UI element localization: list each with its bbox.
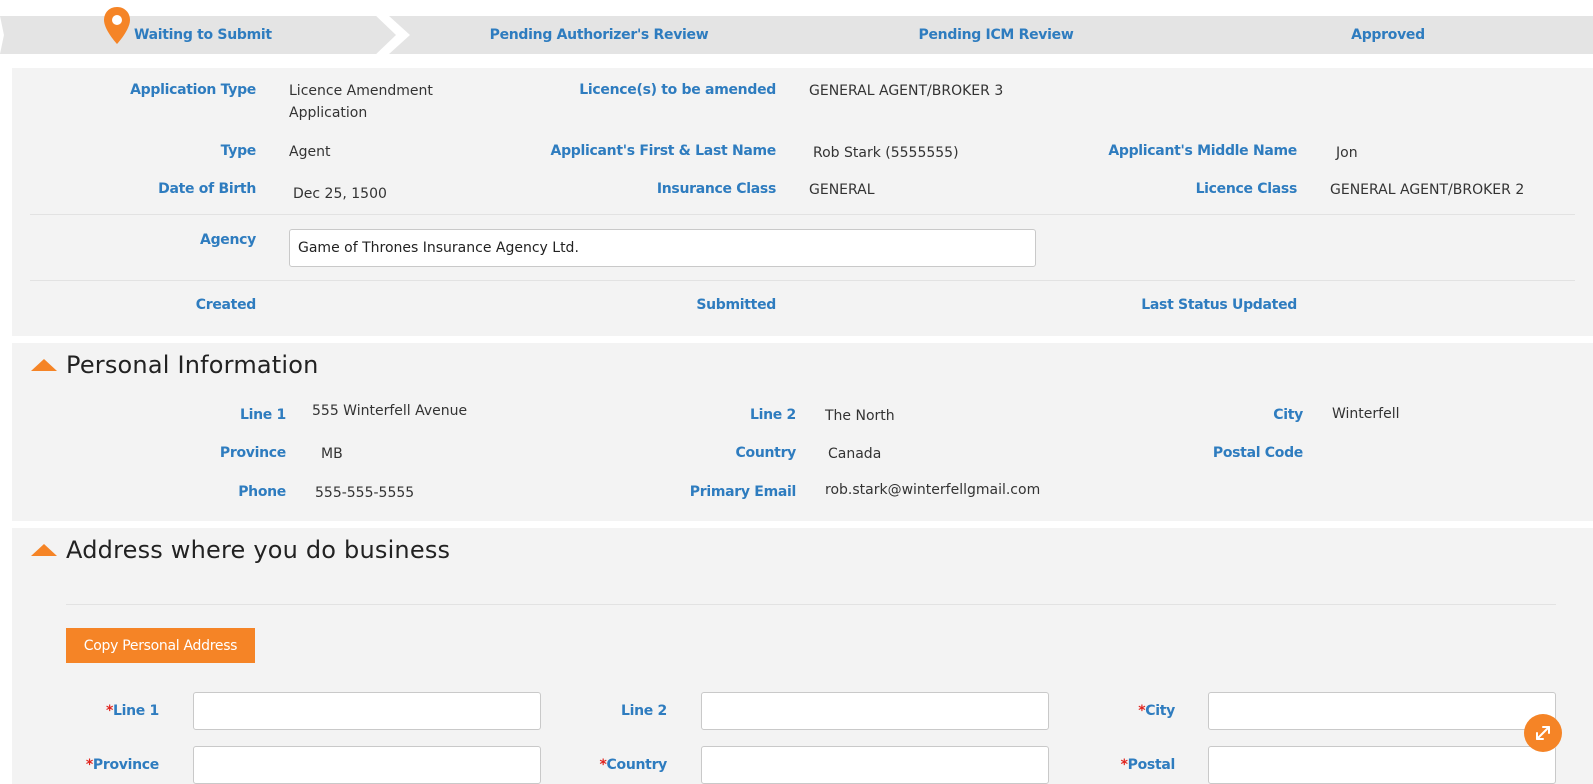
insurance-class-label: Insurance Class: [656, 181, 776, 197]
middle-name-value: Jon: [1336, 145, 1358, 161]
business-city-label: *City: [1138, 703, 1175, 719]
step-pending-icm-review: Pending ICM Review: [786, 16, 1206, 54]
applicant-name-label: Applicant's First & Last Name: [550, 143, 777, 159]
type-label: Type: [220, 143, 257, 159]
business-line2-input[interactable]: [701, 692, 1049, 730]
agency-input[interactable]: [289, 229, 1036, 267]
personal-line1-label: Line 1: [240, 407, 286, 423]
personal-line2-value: The North: [825, 408, 895, 424]
application-type-value-line2: Application: [289, 105, 368, 121]
middle-name-label: Applicant's Middle Name: [1108, 143, 1297, 159]
copy-personal-address-button[interactable]: Copy Personal Address: [66, 628, 255, 663]
application-type-label: Application Type: [130, 82, 256, 98]
personal-phone-label: Phone: [238, 484, 286, 500]
personal-email-label: Primary Email: [689, 484, 797, 500]
step-approved: Approved: [1183, 16, 1593, 54]
personal-information-title: Personal Information: [66, 351, 319, 379]
divider: [30, 280, 1575, 281]
insurance-class-value: GENERAL: [809, 182, 875, 198]
business-line1-input[interactable]: [193, 692, 541, 730]
business-city-text: City: [1145, 703, 1175, 719]
licence-class-label: Licence Class: [1195, 181, 1298, 197]
step-waiting-to-submit: Waiting to Submit: [0, 16, 396, 54]
business-address-title: Address where you do business: [66, 536, 451, 564]
applicant-name-value: Rob Stark (5555555): [813, 145, 959, 161]
personal-postal-code-label: Postal Code: [1212, 445, 1303, 461]
licences-to-be-amended-value: GENERAL AGENT/BROKER 3: [809, 83, 1004, 99]
application-summary-panel: Application Type Licence Amendment Appli…: [12, 68, 1593, 336]
required-marker: *: [105, 703, 113, 719]
personal-country-value: Canada: [828, 446, 882, 462]
personal-city-value: Winterfell: [1332, 406, 1400, 422]
step-label: Pending Authorizer's Review: [489, 27, 709, 43]
personal-country-label: Country: [735, 445, 797, 461]
created-label: Created: [195, 297, 257, 313]
personal-city-label: City: [1273, 407, 1303, 423]
divider: [66, 604, 1556, 605]
caret-up-icon[interactable]: [31, 359, 57, 371]
business-line2-label: Line 2: [621, 703, 667, 719]
date-of-birth-value: Dec 25, 1500: [293, 186, 387, 202]
business-country-label: *Country: [599, 757, 668, 773]
required-marker: *: [85, 757, 93, 773]
expand-button[interactable]: [1524, 714, 1562, 752]
divider: [30, 214, 1575, 215]
business-country-input[interactable]: [701, 746, 1049, 784]
business-postal-text: Postal: [1127, 757, 1176, 773]
date-of-birth-label: Date of Birth: [158, 181, 256, 197]
personal-information-panel: Personal Information Line 1 555 Winterfe…: [12, 343, 1593, 521]
personal-province-label: Province: [219, 445, 286, 461]
business-address-panel: Address where you do business Copy Perso…: [12, 528, 1593, 784]
licence-class-value: GENERAL AGENT/BROKER 2: [1330, 182, 1525, 198]
personal-line2-label: Line 2: [750, 407, 796, 423]
step-label: Waiting to Submit: [134, 27, 272, 43]
agency-label: Agency: [200, 232, 256, 248]
submitted-label: Submitted: [696, 297, 776, 313]
last-status-updated-label: Last Status Updated: [1141, 297, 1297, 313]
step-label: Approved: [1351, 27, 1425, 43]
map-pin-icon: [104, 7, 130, 44]
business-country-text: Country: [606, 757, 668, 773]
business-province-text: Province: [92, 757, 159, 773]
application-type-value-line1: Licence Amendment: [289, 83, 433, 99]
caret-up-icon[interactable]: [31, 544, 57, 556]
personal-line1-value: 555 Winterfell Avenue: [312, 403, 468, 419]
status-progress-bar: Waiting to Submit Pending Authorizer's R…: [0, 16, 1593, 54]
business-line1-label: *Line 1: [106, 703, 159, 719]
business-province-input[interactable]: [193, 746, 541, 784]
required-marker: *: [599, 757, 607, 773]
personal-province-value: MB: [321, 446, 343, 462]
step-label: Pending ICM Review: [918, 27, 1074, 43]
type-value: Agent: [289, 144, 331, 160]
business-postal-input[interactable]: [1208, 746, 1556, 784]
required-marker: *: [1120, 757, 1128, 773]
business-province-label: *Province: [86, 757, 159, 773]
personal-phone-value: 555-555-5555: [315, 485, 415, 501]
expand-icon: [1536, 726, 1550, 740]
business-city-input[interactable]: [1208, 692, 1556, 730]
business-line1-text: Line 1: [113, 703, 159, 719]
business-postal-label: *Postal: [1120, 757, 1176, 773]
step-pending-authorizer-review: Pending Authorizer's Review: [389, 16, 809, 54]
licences-to-be-amended-label: Licence(s) to be amended: [579, 82, 776, 98]
personal-email-value: rob.stark@winterfellgmail.com: [825, 482, 1041, 498]
